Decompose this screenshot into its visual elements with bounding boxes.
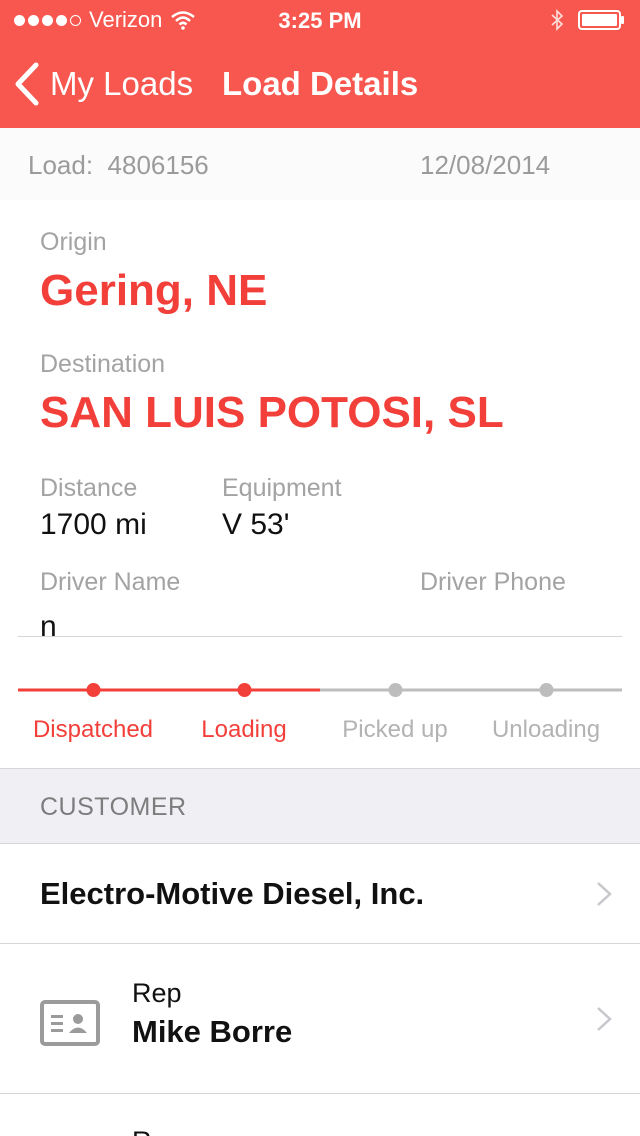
stage-label-unloading: Unloading [491,716,601,743]
nav-bar: My Loads Load Details [0,40,640,128]
status-right [550,8,626,32]
load-summary-row: Load: 4806156 12/08/2014 [0,128,640,200]
equipment-label: Equipment [222,474,342,502]
driver-name-value: n [40,610,57,637]
distance-label: Distance [40,474,138,502]
destination-label: Destination [40,350,166,378]
contact-card-icon [40,1000,100,1046]
customer-section-title: CUSTOMER [40,793,187,821]
chevron-right-icon [597,882,612,906]
bluetooth-icon [551,9,564,31]
next-row[interactable]: R [0,1094,640,1136]
chevron-right-icon [597,1007,612,1031]
driver-phone-label: Driver Phone [420,568,566,596]
progress-stage-dot [86,683,101,697]
page-title: Load Details [222,65,419,102]
stage-label-loading: Loading [201,716,287,743]
rep-name: Mike Borre [132,1014,293,1049]
load-label: Load: [28,150,94,180]
load-date: 12/08/2014 [420,150,551,180]
battery-icon [578,10,624,30]
status-bar: Verizon 3:25 PM [0,0,640,40]
customer-name: Electro-Motive Diesel, Inc. [40,876,425,911]
status-time: 3:25 PM [278,8,362,33]
progress-stage-dot [388,683,403,697]
destination-value: SAN LUIS POTOSI, SL [40,388,504,437]
progress-track [18,683,622,697]
progress-stage-dot [237,683,252,697]
distance-value: 1700 mi [40,508,147,541]
back-button[interactable]: My Loads [14,60,193,108]
origin-value: Gering, NE [40,266,268,315]
driver-name-label: Driver Name [40,568,181,596]
driver-divider [18,636,622,637]
progress-stage-dot [539,683,554,697]
load-number-value: 4806156 [107,150,209,180]
rep-label: Rep [132,978,182,1008]
back-chevron-icon [15,62,39,106]
back-label: My Loads [50,65,194,102]
equipment-value: V 53' [222,508,290,541]
customer-row[interactable]: Electro-Motive Diesel, Inc. [0,844,640,944]
stage-label-picked-up: Picked up [342,716,448,743]
stage-label-dispatched: Dispatched [32,716,154,743]
load-number: Load: 4806156 [28,150,209,181]
origin-label: Origin [40,228,107,256]
load-progress: Dispatched Loading Picked up Unloading [18,676,622,756]
customer-section-header: CUSTOMER [0,768,640,844]
next-row-label: R [132,1126,152,1136]
driver-name-field[interactable]: n [18,604,622,637]
rep-row[interactable]: Rep Mike Borre [0,944,640,1094]
